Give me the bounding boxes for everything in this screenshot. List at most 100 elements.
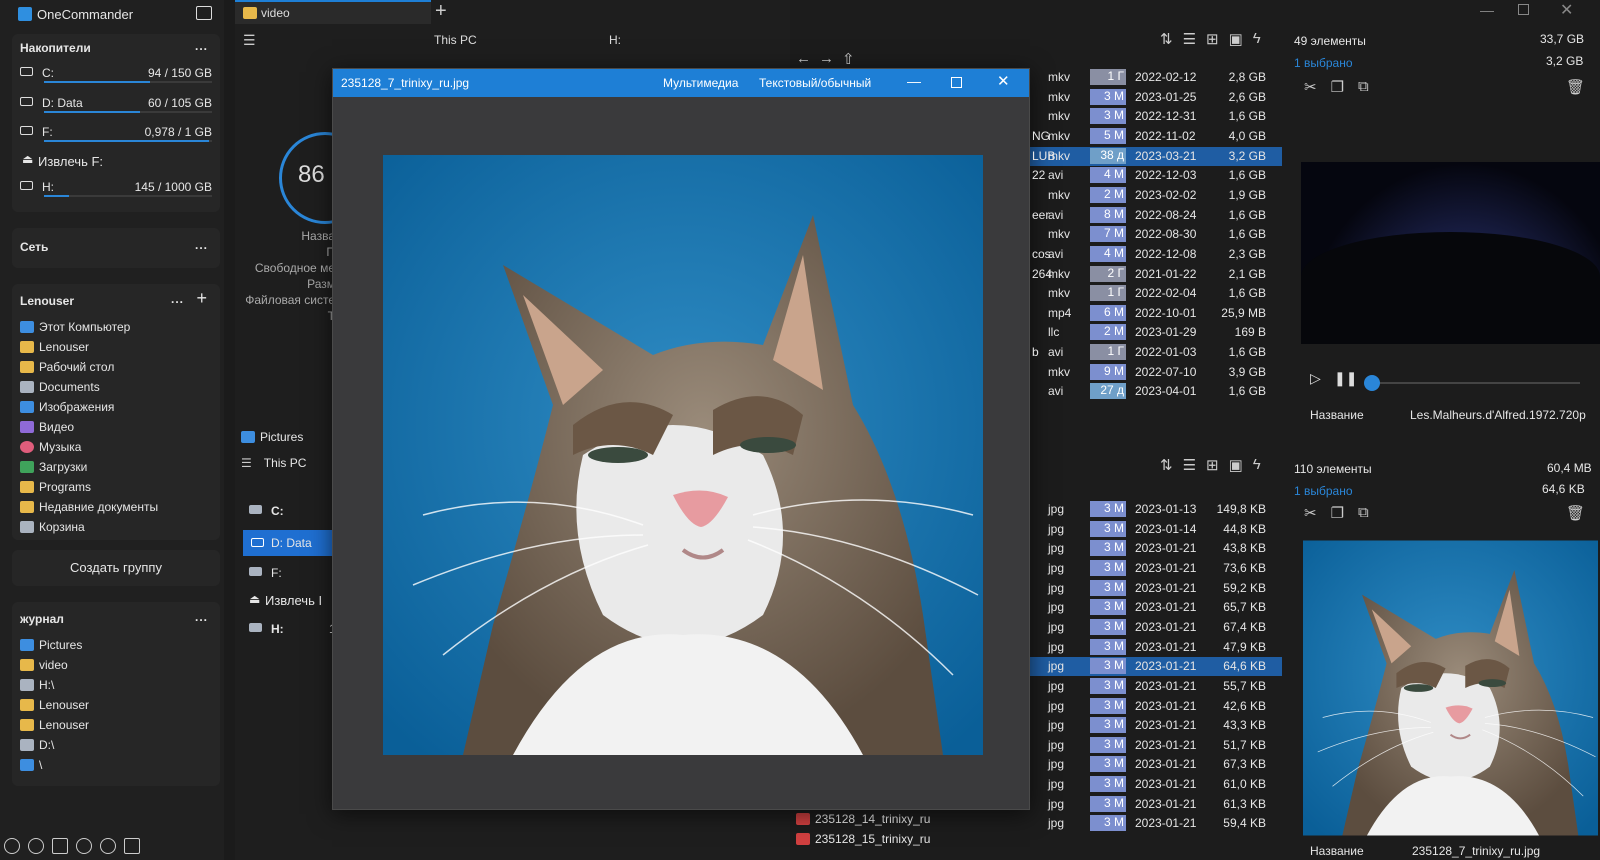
eject-f-button[interactable]: ⏏ Извлечь F: (20, 152, 212, 174)
minimize-icon[interactable]: — (1480, 2, 1494, 18)
lower-drive-c[interactable]: C: (249, 502, 329, 522)
table-row[interactable]: llc 2 М 2023-01-29 169 B (1020, 323, 1282, 342)
table-row[interactable]: jpg 3 М 2023-01-21 59,4 KB (1020, 814, 1282, 833)
sidebar-item-desktop[interactable]: Рабочий стол (20, 357, 114, 377)
table-row[interactable]: jpg 3 М 2023-01-21 43,8 KB (1020, 539, 1282, 558)
tab-video[interactable]: video (235, 0, 431, 24)
table-row[interactable]: avi 4 М 2022-12-08 2,3 GB (1020, 245, 1282, 264)
drive-f[interactable]: F: 0,978 / 1 GB (20, 123, 212, 145)
sidebar-item-images[interactable]: Изображения (20, 397, 114, 417)
lower-drive-d[interactable]: D: Data (243, 530, 333, 556)
table-row[interactable]: jpg 3 М 2023-01-21 43,3 KB (1020, 716, 1282, 735)
create-group-button[interactable]: Создать группу (12, 550, 220, 586)
minimize-icon[interactable]: — (907, 73, 921, 89)
clipboard-icon[interactable]: ▣ (1229, 30, 1243, 48)
table-row[interactable]: mkv 2 М 2023-02-02 1,9 GB (1020, 186, 1282, 205)
table-row[interactable]: jpg 3 М 2023-01-21 64,6 KB (1020, 657, 1282, 677)
sidebar-item-programs[interactable]: Programs (20, 477, 91, 497)
pause-icon[interactable]: ❚❚ (1334, 370, 1357, 387)
cut-icon[interactable]: ✂ (1304, 504, 1317, 522)
journal-more-button[interactable]: ... (195, 610, 208, 624)
new-window-icon[interactable] (196, 6, 212, 20)
table-row[interactable]: avi 1 Г 2022-01-03 1,6 GB (1020, 343, 1282, 362)
list-view-icon[interactable]: ☰ (1183, 456, 1196, 474)
table-row[interactable]: jpg 3 М 2023-01-21 61,0 KB (1020, 775, 1282, 794)
back-icon[interactable]: ← (796, 50, 811, 68)
info-icon[interactable] (28, 838, 44, 854)
maximize-icon[interactable] (1518, 4, 1529, 15)
flash-icon[interactable]: ϟ (1253, 30, 1261, 48)
table-row[interactable]: avi 8 М 2022-08-24 1,6 GB (1020, 206, 1282, 225)
drive-h[interactable]: H: 145 / 1000 GB (20, 178, 212, 200)
table-row[interactable]: mkv 38 д 2023-03-21 3,2 GB (1020, 146, 1282, 166)
lower-drive-f[interactable]: F: (249, 564, 329, 584)
grid-icon[interactable]: ⊞ (1206, 30, 1219, 48)
list-item[interactable]: 235128_14_trinixy_ru (796, 812, 930, 826)
journal-item[interactable]: video (20, 655, 68, 675)
journal-item[interactable]: \ (20, 755, 42, 775)
forward-icon[interactable]: → (819, 50, 834, 68)
add-tab-button[interactable]: + (435, 0, 447, 23)
layout-icon[interactable] (52, 838, 68, 854)
journal-item[interactable]: Lenouser (20, 715, 89, 735)
close-icon[interactable]: ✕ (997, 72, 1010, 90)
copy-icon[interactable]: ❐ (1331, 78, 1344, 96)
table-row[interactable]: jpg 3 М 2023-01-21 42,6 KB (1020, 697, 1282, 716)
table-row[interactable]: jpg 3 М 2023-01-21 67,4 KB (1020, 618, 1282, 637)
breadcrumb-this-pc-lower[interactable]: ☰ This PC (241, 456, 306, 470)
table-row[interactable]: mkv 5 М 2022-11-02 4,0 GB (1020, 127, 1282, 146)
list-item[interactable]: 235128_15_trinixy_ru (796, 832, 930, 846)
sort-icon[interactable]: ⇅ (1160, 456, 1173, 474)
table-row[interactable]: mkv 7 М 2022-08-30 1,6 GB (1020, 225, 1282, 244)
seek-bar[interactable] (1370, 382, 1580, 384)
drives-more-button[interactable]: ... (195, 39, 208, 53)
list-view-icon[interactable]: ☰ (1183, 30, 1196, 48)
table-row[interactable]: jpg 3 М 2023-01-21 67,3 KB (1020, 755, 1282, 774)
window-icon[interactable] (124, 838, 140, 854)
breadcrumb-h[interactable]: H: (609, 33, 621, 47)
table-row[interactable]: jpg 3 М 2023-01-21 61,3 KB (1020, 795, 1282, 814)
table-row[interactable]: mkv 3 М 2022-12-31 1,6 GB (1020, 107, 1282, 126)
network-more-button[interactable]: ... (195, 238, 208, 252)
table-row[interactable]: avi 4 М 2022-12-03 1,6 GB (1020, 166, 1282, 185)
menu-multimedia[interactable]: Мультимедиа (663, 76, 738, 90)
maximize-icon[interactable] (951, 77, 962, 88)
drive-d[interactable]: D: Data 60 / 105 GB (20, 94, 212, 116)
table-row[interactable]: mkv 3 М 2023-01-25 2,6 GB (1020, 88, 1282, 107)
viewer-titlebar[interactable]: 235128_7_trinixy_ru.jpg Мультимедиа Текс… (333, 69, 1029, 97)
clipboard-icon[interactable]: ▣ (1229, 456, 1243, 474)
lower-eject[interactable]: ⏏ Извлечь I (249, 592, 339, 612)
table-row[interactable]: jpg 3 М 2023-01-14 44,8 KB (1020, 520, 1282, 539)
flash-icon[interactable]: ϟ (1253, 456, 1261, 474)
play-icon[interactable]: ▷ (1310, 370, 1321, 387)
lower-tab-pictures[interactable]: Pictures (241, 430, 303, 444)
journal-item[interactable]: Lenouser (20, 695, 89, 715)
seek-handle[interactable] (1364, 375, 1380, 391)
table-row[interactable]: jpg 3 М 2023-01-21 51,7 KB (1020, 736, 1282, 755)
add-button[interactable]: + (196, 288, 208, 309)
copy-icon[interactable]: ❐ (1331, 504, 1344, 522)
settings-icon[interactable] (4, 838, 20, 854)
sort-icon[interactable]: ⇅ (1160, 30, 1173, 48)
lower-drive-h[interactable]: H: 14 (249, 620, 342, 640)
cut-icon[interactable]: ✂ (1304, 78, 1317, 96)
sidebar-item-video[interactable]: Видео (20, 417, 74, 437)
menu-text-plain[interactable]: Текстовый/обычный (759, 76, 871, 90)
table-row[interactable]: jpg 3 М 2023-01-21 55,7 KB (1020, 677, 1282, 696)
sidebar-item-downloads[interactable]: Загрузки (20, 457, 87, 477)
table-row[interactable]: mkv 9 М 2022-07-10 3,9 GB (1020, 363, 1282, 382)
journal-item[interactable]: H:\ (20, 675, 54, 695)
sidebar-item-music[interactable]: Музыка (20, 437, 81, 457)
table-row[interactable]: jpg 3 М 2023-01-21 59,2 KB (1020, 579, 1282, 598)
close-icon[interactable]: ✕ (1560, 0, 1573, 20)
table-row[interactable]: mkv 1 Г 2022-02-12 2,8 GB (1020, 68, 1282, 87)
delete-icon[interactable]: 🗑 (1566, 504, 1585, 522)
table-row[interactable]: jpg 3 М 2023-01-13 149,8 KB (1020, 500, 1282, 519)
journal-item[interactable]: D:\ (20, 735, 54, 755)
breadcrumb-this-pc[interactable]: This PC (434, 33, 477, 47)
delete-icon[interactable]: 🗑 (1566, 78, 1585, 96)
table-row[interactable]: mkv 2 Г 2021-01-22 2,1 GB (1020, 265, 1282, 284)
user-icon[interactable] (100, 838, 116, 854)
sidebar-item-trash[interactable]: Корзина (20, 517, 85, 537)
user-more-button[interactable]: ... (171, 292, 184, 306)
